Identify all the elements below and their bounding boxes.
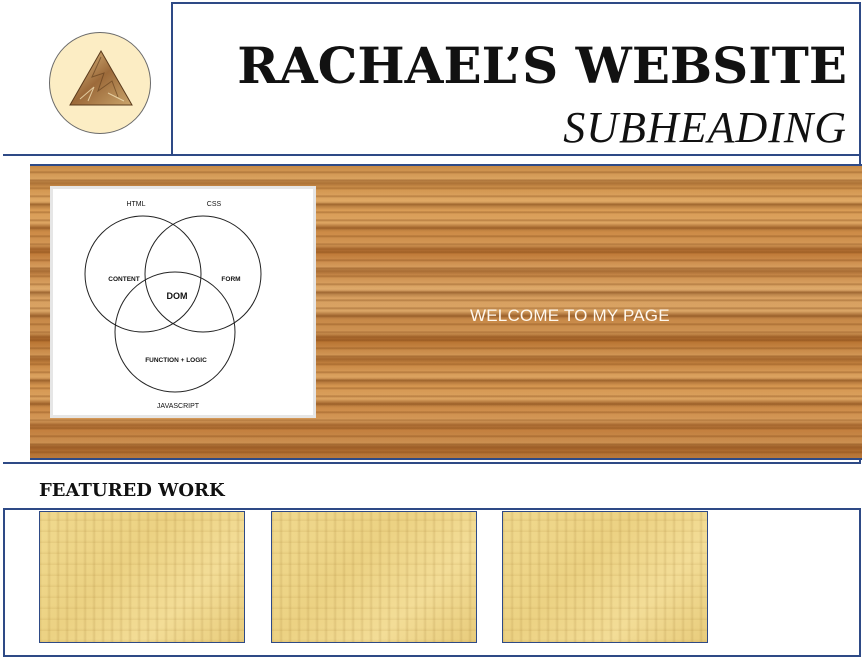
venn-diagram-card[interactable]: HTML CSS CONTENT FORM DOM FUNCTION + LOG… [50,186,316,418]
featured-item-1[interactable] [39,511,245,643]
venn-region-content: CONTENT [108,276,139,283]
logo-box[interactable] [3,2,173,156]
featured-header: FEATURED WORK [3,462,861,510]
venn-circle-css [144,215,262,333]
venn-circle-html [84,215,202,333]
welcome-text: WELCOME TO MY PAGE [470,306,670,325]
venn-label-html: HTML [126,201,145,208]
venn-region-dom: DOM [167,291,188,301]
venn-circle-javascript [114,271,236,393]
featured-item-2[interactable] [271,511,477,643]
logo-circle [49,32,151,134]
site-header: RACHAEL’S WEBSITE SUBHEADING [3,2,861,156]
featured-title: FEATURED WORK [39,480,225,501]
venn-diagram: HTML CSS CONTENT FORM DOM FUNCTION + LOG… [84,201,262,410]
venn-region-form: FORM [221,276,240,283]
hero-left-margin [3,156,30,462]
site-title: RACHAEL’S WEBSITE [237,36,847,95]
site-subtitle: SUBHEADING [563,103,847,152]
venn-region-function-logic: FUNCTION + LOGIC [145,357,207,364]
bottom-border [3,655,861,657]
venn-label-css: CSS [207,201,222,208]
triangle-rock-icon [69,49,133,106]
featured-item-3[interactable] [502,511,708,643]
hero-banner: HTML CSS CONTENT FORM DOM FUNCTION + LOG… [30,164,862,460]
venn-label-javascript: JAVASCRIPT [157,403,200,410]
